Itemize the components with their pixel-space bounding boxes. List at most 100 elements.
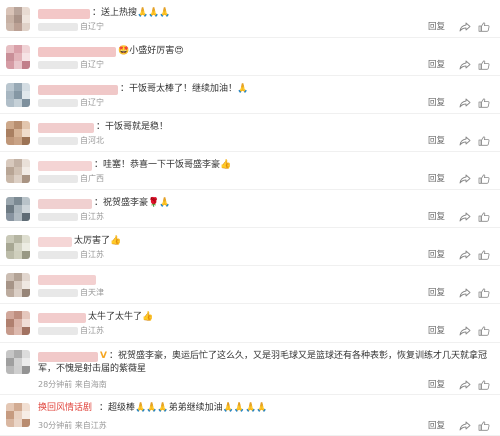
comment-row: V ：祝贺盛李豪，奥运后忙了这么久，又是羽毛球又是篮球还有各种表彰，恢复训练才几天… bbox=[0, 343, 500, 395]
time-blurred bbox=[38, 136, 78, 145]
reply-button[interactable]: 回复 bbox=[428, 22, 445, 32]
avatar[interactable] bbox=[6, 7, 30, 31]
location-text: 自辽宁 bbox=[80, 22, 104, 31]
username[interactable] bbox=[38, 275, 96, 285]
avatar[interactable] bbox=[6, 121, 30, 145]
reply-button[interactable]: 回复 bbox=[428, 212, 445, 222]
comment-meta: 自江苏 bbox=[38, 250, 104, 260]
comment-meta: 自辽宁 bbox=[38, 22, 104, 32]
like-icon[interactable] bbox=[478, 212, 490, 222]
comment-meta: 自江苏 bbox=[38, 326, 104, 336]
time-blurred bbox=[38, 250, 78, 259]
comment-row: 太厉害了👍 自江苏 回复 bbox=[0, 228, 500, 266]
share-icon[interactable] bbox=[459, 380, 471, 390]
share-icon[interactable] bbox=[459, 60, 471, 70]
time-blurred bbox=[38, 326, 78, 335]
comment-list: ：送上热搜🙏🙏🙏 自辽宁 回复 🤩小盛好厉害😍 自辽宁 回复 ：干饭哥太棒了！继续加油！🙏 自… bbox=[0, 0, 500, 436]
username[interactable] bbox=[38, 199, 92, 209]
reply-button[interactable]: 回复 bbox=[428, 326, 445, 336]
location-text: 自江苏 bbox=[80, 326, 104, 335]
avatar[interactable] bbox=[6, 159, 30, 183]
username[interactable] bbox=[38, 123, 94, 133]
like-icon[interactable] bbox=[478, 421, 490, 431]
share-icon[interactable] bbox=[459, 98, 471, 108]
comment-meta: 自辽宁 bbox=[38, 98, 104, 108]
like-icon[interactable] bbox=[478, 22, 490, 32]
share-icon[interactable] bbox=[459, 326, 471, 336]
comment-row: 换回风情话剧 ：超级棒🙏🙏🙏弟弟继续加油🙏🙏🙏🙏 30分钟前 来自江苏 回复 bbox=[0, 395, 500, 436]
username[interactable] bbox=[38, 237, 72, 247]
like-icon[interactable] bbox=[478, 326, 490, 336]
time-blurred bbox=[38, 288, 78, 297]
time-blurred bbox=[38, 22, 78, 31]
reply-button[interactable]: 回复 bbox=[428, 288, 445, 298]
reply-button[interactable]: 回复 bbox=[428, 421, 445, 431]
comment-meta: 自广西 bbox=[38, 174, 104, 184]
username[interactable] bbox=[38, 9, 90, 19]
share-icon[interactable] bbox=[459, 174, 471, 184]
comment-meta: 28分钟前 来自海南 bbox=[38, 380, 107, 390]
comment-text: ：送上热搜🙏🙏🙏 bbox=[92, 8, 171, 18]
avatar[interactable] bbox=[6, 235, 30, 259]
avatar[interactable] bbox=[6, 45, 30, 69]
like-icon[interactable] bbox=[478, 98, 490, 108]
username[interactable] bbox=[38, 161, 92, 171]
comment-text: 太厉害了👍 bbox=[74, 236, 122, 246]
comment-row: ：送上热搜🙏🙏🙏 自辽宁 回复 bbox=[0, 0, 500, 38]
time-blurred bbox=[38, 98, 78, 107]
username[interactable] bbox=[38, 313, 86, 323]
vip-badge: V bbox=[100, 351, 107, 361]
reply-button[interactable]: 回复 bbox=[428, 380, 445, 390]
like-icon[interactable] bbox=[478, 288, 490, 298]
like-icon[interactable] bbox=[478, 174, 490, 184]
avatar[interactable] bbox=[6, 83, 30, 107]
comment-row: ：干饭哥太棒了！继续加油！🙏 自辽宁 回复 bbox=[0, 76, 500, 114]
avatar[interactable] bbox=[6, 403, 30, 427]
share-icon[interactable] bbox=[459, 22, 471, 32]
comment-row: ：祝贺盛李豪🌹🙏 自江苏 回复 bbox=[0, 190, 500, 228]
comment-text: ：干饭哥太棒了！继续加油！🙏 bbox=[120, 84, 249, 94]
share-icon[interactable] bbox=[459, 212, 471, 222]
time-blurred bbox=[38, 212, 78, 221]
comment-meta: 自河北 bbox=[38, 136, 104, 146]
share-icon[interactable] bbox=[459, 421, 471, 431]
location-text: 自广西 bbox=[80, 174, 104, 183]
username[interactable] bbox=[38, 47, 116, 57]
comment-text: ：哇塞！恭喜一下干饭哥盛李豪👍 bbox=[94, 160, 232, 170]
comment-meta: 自江苏 bbox=[38, 212, 104, 222]
reply-button[interactable]: 回复 bbox=[428, 98, 445, 108]
share-icon[interactable] bbox=[459, 288, 471, 298]
reply-button[interactable]: 回复 bbox=[428, 174, 445, 184]
reply-button[interactable]: 回复 bbox=[428, 136, 445, 146]
comment-text: ：祝贺盛李豪，奥运后忙了这么久，又是羽毛球又是篮球还有各种表彰，恢复训练才几天就… bbox=[109, 351, 488, 361]
location-text: 自天津 bbox=[80, 288, 104, 297]
avatar[interactable] bbox=[6, 197, 30, 221]
reply-button[interactable]: 回复 bbox=[428, 60, 445, 70]
like-icon[interactable] bbox=[478, 380, 490, 390]
username[interactable] bbox=[38, 352, 98, 362]
avatar[interactable] bbox=[6, 311, 30, 335]
like-icon[interactable] bbox=[478, 60, 490, 70]
avatar[interactable] bbox=[6, 350, 30, 374]
location-text: 30分钟前 来自江苏 bbox=[38, 421, 107, 430]
comment-text: ：祝贺盛李豪🌹🙏 bbox=[94, 198, 171, 208]
avatar[interactable] bbox=[6, 273, 30, 297]
comment-row: ：干饭哥就是稳！ 自河北 回复 bbox=[0, 114, 500, 152]
comment-row: 🤩小盛好厉害😍 自辽宁 回复 bbox=[0, 38, 500, 76]
comment-text: 太牛了太牛了👍 bbox=[88, 312, 154, 322]
username[interactable]: 换回风情话剧 bbox=[38, 403, 92, 414]
location-text: 自辽宁 bbox=[80, 60, 104, 69]
like-icon[interactable] bbox=[478, 136, 490, 146]
like-icon[interactable] bbox=[478, 250, 490, 260]
time-blurred bbox=[38, 174, 78, 183]
share-icon[interactable] bbox=[459, 250, 471, 260]
comment-meta: 自辽宁 bbox=[38, 60, 104, 70]
share-icon[interactable] bbox=[459, 136, 471, 146]
time-blurred bbox=[38, 60, 78, 69]
comment-row: 太牛了太牛了👍 自江苏 回复 bbox=[0, 304, 500, 343]
username[interactable] bbox=[38, 85, 118, 95]
reply-button[interactable]: 回复 bbox=[428, 250, 445, 260]
comment-text-continued: 军，不愧是射击届的紫薇星 bbox=[38, 364, 147, 374]
location-text: 自江苏 bbox=[80, 212, 104, 221]
comment-meta: 30分钟前 来自江苏 bbox=[38, 421, 107, 431]
